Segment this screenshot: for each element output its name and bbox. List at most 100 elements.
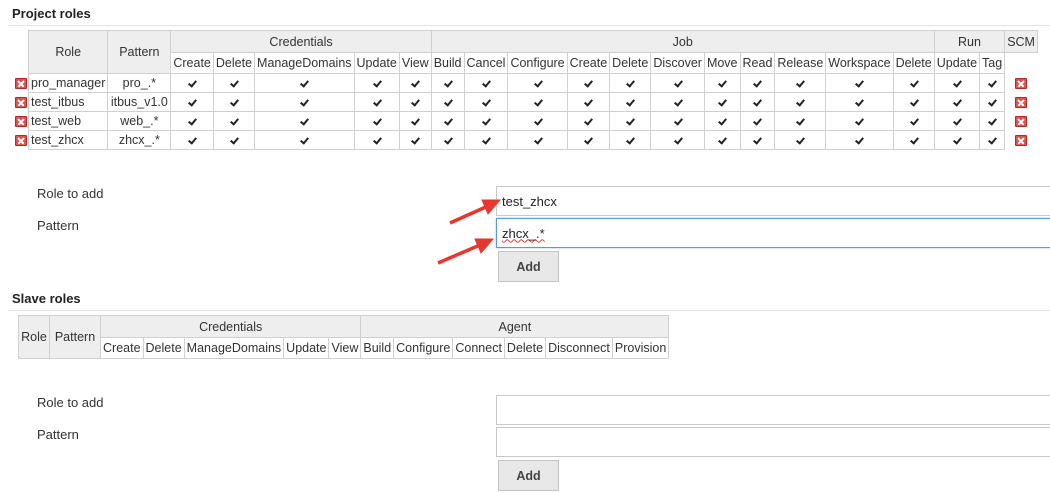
checkbox-checked-icon[interactable] [533,98,543,108]
checkbox-checked-icon[interactable] [673,79,683,89]
project-permission-cell[interactable] [703,73,741,93]
checkbox-checked-icon[interactable] [443,98,453,108]
checkbox-checked-icon[interactable] [410,136,420,146]
project-permission-cell[interactable] [430,130,465,150]
project-permission-cell[interactable] [254,73,355,93]
project-permission-cell[interactable] [739,111,776,131]
project-permission-cell[interactable] [650,130,705,150]
checkbox-checked-icon[interactable] [854,98,864,108]
checkbox-checked-icon[interactable] [299,98,309,108]
project-permission-cell[interactable] [170,73,214,93]
project-permission-cell[interactable] [398,73,432,93]
checkbox-checked-icon[interactable] [410,98,420,108]
project-permission-cell[interactable] [353,111,400,131]
project-permission-cell[interactable] [979,73,1006,93]
project-permission-cell[interactable] [933,130,981,150]
checkbox-checked-icon[interactable] [583,98,593,108]
project-permission-cell[interactable] [774,92,827,112]
project-permission-cell[interactable] [979,130,1006,150]
project-permission-cell[interactable] [398,92,432,112]
checkbox-checked-icon[interactable] [443,136,453,146]
checkbox-checked-icon[interactable] [481,79,491,89]
project-permission-cell[interactable] [892,73,935,93]
project-permission-cell[interactable] [825,130,894,150]
checkbox-checked-icon[interactable] [481,98,491,108]
project-permission-cell[interactable] [170,111,214,131]
checkbox-checked-icon[interactable] [909,98,919,108]
checkbox-checked-icon[interactable] [717,98,727,108]
checkbox-checked-icon[interactable] [752,136,762,146]
checkbox-checked-icon[interactable] [443,79,453,89]
checkbox-checked-icon[interactable] [443,117,453,127]
project-permission-cell[interactable] [609,130,652,150]
checkbox-checked-icon[interactable] [909,79,919,89]
checkbox-checked-icon[interactable] [952,117,962,127]
project-permission-cell[interactable] [979,92,1006,112]
checkbox-checked-icon[interactable] [673,136,683,146]
checkbox-checked-icon[interactable] [909,136,919,146]
project-pattern-input[interactable]: zhcx_.* [496,218,1050,248]
project-permission-cell[interactable] [892,92,935,112]
checkbox-checked-icon[interactable] [673,98,683,108]
checkbox-checked-icon[interactable] [795,98,805,108]
project-permission-cell[interactable] [774,111,827,131]
checkbox-checked-icon[interactable] [229,98,239,108]
checkbox-checked-icon[interactable] [372,98,382,108]
project-permission-cell[interactable] [398,130,432,150]
project-permission-cell[interactable] [892,111,935,131]
checkbox-checked-icon[interactable] [854,117,864,127]
project-permission-cell[interactable] [566,73,611,93]
slave-add-button[interactable]: Add [498,460,559,491]
checkbox-checked-icon[interactable] [952,98,962,108]
checkbox-checked-icon[interactable] [795,79,805,89]
project-permission-cell[interactable] [739,73,776,93]
project-permission-cell[interactable] [703,111,741,131]
checkbox-checked-icon[interactable] [583,136,593,146]
project-permission-cell[interactable] [650,92,705,112]
project-permission-cell[interactable] [609,111,652,131]
project-permission-cell[interactable] [979,111,1006,131]
project-permission-cell[interactable] [933,92,981,112]
project-permission-cell[interactable] [463,130,509,150]
delete-x-icon[interactable] [15,97,27,108]
checkbox-checked-icon[interactable] [372,79,382,89]
delete-x-icon[interactable] [15,78,27,89]
slave-role-to-add-input[interactable] [496,395,1050,425]
checkbox-checked-icon[interactable] [854,79,864,89]
checkbox-checked-icon[interactable] [625,136,635,146]
checkbox-checked-icon[interactable] [410,79,420,89]
checkbox-checked-icon[interactable] [410,117,420,127]
checkbox-checked-icon[interactable] [533,136,543,146]
project-permission-cell[interactable] [212,111,256,131]
checkbox-checked-icon[interactable] [909,117,919,127]
delete-x-icon[interactable] [1015,116,1027,127]
checkbox-checked-icon[interactable] [533,117,543,127]
delete-x-icon[interactable] [1015,97,1027,108]
checkbox-checked-icon[interactable] [987,98,997,108]
project-permission-cell[interactable] [254,111,355,131]
project-permission-cell[interactable] [933,111,981,131]
delete-x-icon[interactable] [1015,135,1027,146]
checkbox-checked-icon[interactable] [481,117,491,127]
project-permission-cell[interactable] [254,92,355,112]
checkbox-checked-icon[interactable] [717,79,727,89]
project-permission-cell[interactable] [353,130,400,150]
checkbox-checked-icon[interactable] [717,136,727,146]
project-permission-cell[interactable] [566,130,611,150]
project-permission-cell[interactable] [430,92,465,112]
project-permission-cell[interactable] [609,73,652,93]
checkbox-checked-icon[interactable] [187,98,197,108]
project-permission-cell[interactable] [398,111,432,131]
checkbox-checked-icon[interactable] [987,117,997,127]
checkbox-checked-icon[interactable] [299,117,309,127]
checkbox-checked-icon[interactable] [752,117,762,127]
project-permission-cell[interactable] [507,92,568,112]
project-role-to-add-input[interactable] [496,186,1050,216]
checkbox-checked-icon[interactable] [372,117,382,127]
checkbox-checked-icon[interactable] [795,136,805,146]
project-permission-cell[interactable] [212,130,256,150]
checkbox-checked-icon[interactable] [187,136,197,146]
checkbox-checked-icon[interactable] [187,117,197,127]
project-permission-cell[interactable] [507,130,568,150]
checkbox-checked-icon[interactable] [673,117,683,127]
